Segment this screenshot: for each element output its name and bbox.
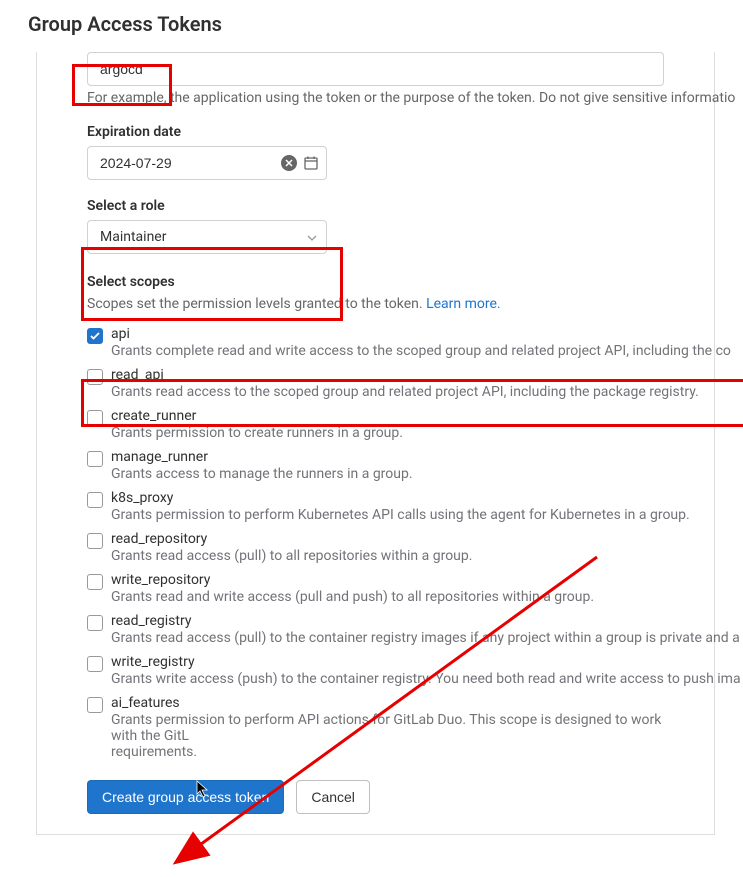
scope-name-label[interactable]: k8s_proxy <box>111 490 690 506</box>
scope-description: Grants complete read and write access to… <box>111 343 731 359</box>
scope-content: apiGrants complete read and write access… <box>111 326 731 359</box>
scope-checkbox-api[interactable] <box>87 328 103 344</box>
expiration-label: Expiration date <box>87 124 664 140</box>
scope-name-label[interactable]: read_repository <box>111 531 664 547</box>
scope-description: Grants read access (pull) to all reposit… <box>111 548 664 564</box>
token-name-group: For example, the application using the t… <box>87 52 664 106</box>
scope-content: k8s_proxyGrants permission to perform Ku… <box>111 490 690 523</box>
scopes-group: Select scopes Scopes set the permission … <box>87 274 664 764</box>
scope-checkbox-k8s_proxy[interactable] <box>87 492 103 508</box>
token-name-input[interactable] <box>87 52 664 86</box>
scope-row-create_runner: create_runnerGrants permission to create… <box>87 404 664 445</box>
scope-checkbox-manage_runner[interactable] <box>87 451 103 467</box>
scope-content: manage_runnerGrants access to manage the… <box>111 449 664 482</box>
scope-checkbox-write_registry[interactable] <box>87 656 103 672</box>
scope-row-manage_runner: manage_runnerGrants access to manage the… <box>87 445 664 486</box>
button-row: Create group access token Cancel <box>87 780 664 814</box>
scope-content: read_registryGrants read access (pull) t… <box>111 613 740 646</box>
scope-content: create_runnerGrants permission to create… <box>111 408 664 441</box>
scopes-list: apiGrants complete read and write access… <box>87 322 664 764</box>
scope-checkbox-write_repository[interactable] <box>87 574 103 590</box>
scope-name-label[interactable]: create_runner <box>111 408 664 424</box>
scope-checkbox-ai_features[interactable] <box>87 697 103 713</box>
scope-checkbox-read_repository[interactable] <box>87 533 103 549</box>
scope-name-label[interactable]: write_repository <box>111 572 664 588</box>
role-group: Select a role Maintainer <box>87 198 664 254</box>
calendar-icon[interactable] <box>303 155 319 171</box>
scope-description: Grants read access to the scoped group a… <box>111 384 699 400</box>
token-form: For example, the application using the t… <box>36 52 715 835</box>
role-label: Select a role <box>87 198 664 214</box>
clear-date-icon[interactable] <box>281 155 297 171</box>
scope-content: write_repositoryGrants read and write ac… <box>111 572 664 605</box>
scope-description: Grants read and write access (pull and p… <box>111 589 664 605</box>
token-name-help: For example, the application using the t… <box>87 90 664 106</box>
scope-row-write_registry: write_registryGrants write access (push)… <box>87 650 664 691</box>
scope-content: read_repositoryGrants read access (pull)… <box>111 531 664 564</box>
scope-checkbox-read_api[interactable] <box>87 369 103 385</box>
scope-name-label[interactable]: read_registry <box>111 613 740 629</box>
scope-row-read_api: read_apiGrants read access to the scoped… <box>87 363 664 404</box>
scope-row-read_repository: read_repositoryGrants read access (pull)… <box>87 527 664 568</box>
scopes-label: Select scopes <box>87 274 664 290</box>
scope-content: ai_featuresGrants permission to perform … <box>111 695 664 760</box>
scope-content: write_registryGrants write access (push)… <box>111 654 741 687</box>
scope-row-k8s_proxy: k8s_proxyGrants permission to perform Ku… <box>87 486 664 527</box>
scope-name-label[interactable]: write_registry <box>111 654 741 670</box>
role-select[interactable]: Maintainer <box>87 220 327 254</box>
scope-description: Grants access to manage the runners in a… <box>111 466 664 482</box>
expiration-group: Expiration date <box>87 124 664 180</box>
create-token-button[interactable]: Create group access token <box>87 780 284 814</box>
scope-content: read_apiGrants read access to the scoped… <box>111 367 699 400</box>
cancel-button[interactable]: Cancel <box>296 780 370 814</box>
scope-description: Grants read access (pull) to the contain… <box>111 630 740 646</box>
scope-row-api: apiGrants complete read and write access… <box>87 322 664 363</box>
scope-name-label[interactable]: ai_features <box>111 695 664 711</box>
scope-name-label[interactable]: manage_runner <box>111 449 664 465</box>
scope-description: Grants permission to perform API actions… <box>111 712 664 760</box>
scope-name-label[interactable]: read_api <box>111 367 699 383</box>
scope-row-write_repository: write_repositoryGrants read and write ac… <box>87 568 664 609</box>
scopes-help: Scopes set the permission levels granted… <box>87 296 664 312</box>
learn-more-link[interactable]: Learn more. <box>426 296 501 312</box>
scope-description: Grants permission to perform Kubernetes … <box>111 507 690 523</box>
scope-checkbox-create_runner[interactable] <box>87 410 103 426</box>
scope-checkbox-read_registry[interactable] <box>87 615 103 631</box>
scope-description: Grants permission to create runners in a… <box>111 425 664 441</box>
page-title: Group Access Tokens <box>0 0 743 44</box>
scope-name-label[interactable]: api <box>111 326 731 342</box>
scope-row-ai_features: ai_featuresGrants permission to perform … <box>87 691 664 764</box>
scope-description: Grants write access (push) to the contai… <box>111 671 741 687</box>
scopes-help-text: Scopes set the permission levels granted… <box>87 296 426 312</box>
scope-row-read_registry: read_registryGrants read access (pull) t… <box>87 609 664 650</box>
